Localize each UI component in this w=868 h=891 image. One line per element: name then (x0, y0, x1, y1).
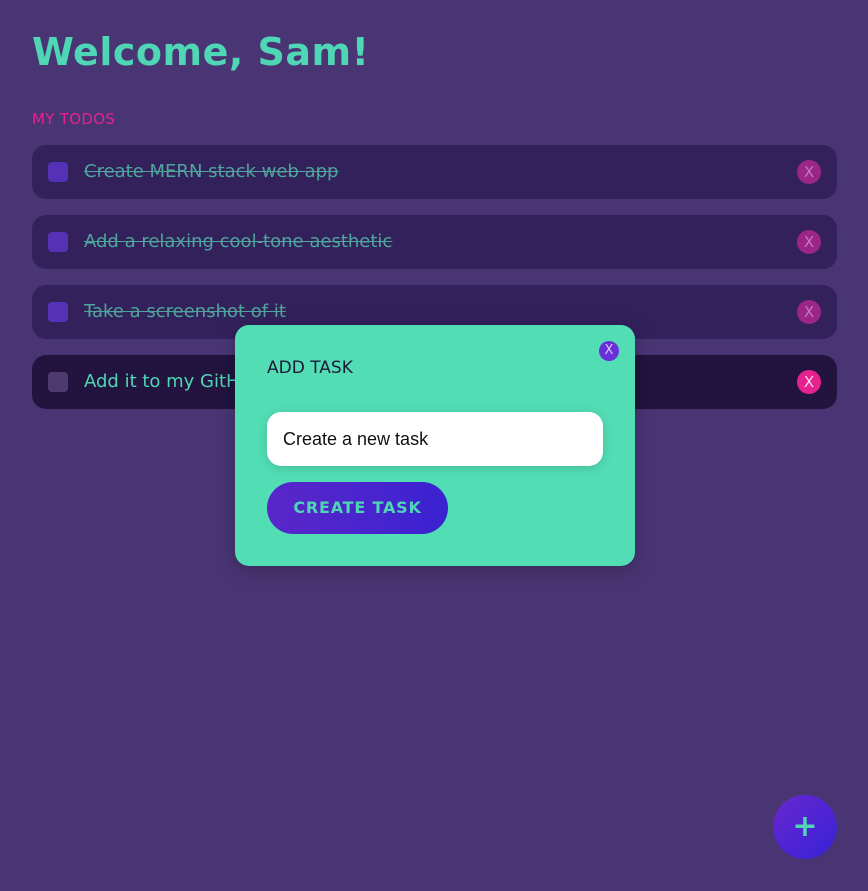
todo-checkbox[interactable] (48, 302, 68, 322)
close-modal-button[interactable]: X (599, 341, 619, 361)
add-task-modal: X ADD TASK CREATE TASK (235, 325, 635, 566)
todo-text: Add it to my GitHu (84, 371, 252, 392)
todo-app: Welcome, Sam! MY TODOS Create MERN stack… (0, 0, 868, 891)
todo-checkbox[interactable] (48, 372, 68, 392)
task-input[interactable] (267, 412, 603, 466)
add-task-fab[interactable]: + (773, 795, 837, 859)
todo-text: Take a screenshot of it (84, 301, 286, 322)
delete-todo-button[interactable]: X (797, 230, 821, 254)
delete-todo-button[interactable]: X (797, 300, 821, 324)
todo-checkbox[interactable] (48, 232, 68, 252)
todo-text: Add a relaxing cool-tone aesthetic (84, 231, 393, 252)
modal-title: ADD TASK (267, 358, 353, 378)
create-task-button[interactable]: CREATE TASK (267, 482, 448, 534)
delete-todo-button[interactable]: X (797, 370, 821, 394)
page-title: Welcome, Sam! (32, 30, 370, 74)
todo-item: Create MERN stack web app X (32, 145, 837, 199)
todo-checkbox[interactable] (48, 162, 68, 182)
todo-item: Add a relaxing cool-tone aesthetic X (32, 215, 837, 269)
plus-icon: + (792, 809, 818, 844)
todo-text: Create MERN stack web app (84, 161, 339, 182)
todos-section-label: MY TODOS (32, 110, 116, 128)
delete-todo-button[interactable]: X (797, 160, 821, 184)
